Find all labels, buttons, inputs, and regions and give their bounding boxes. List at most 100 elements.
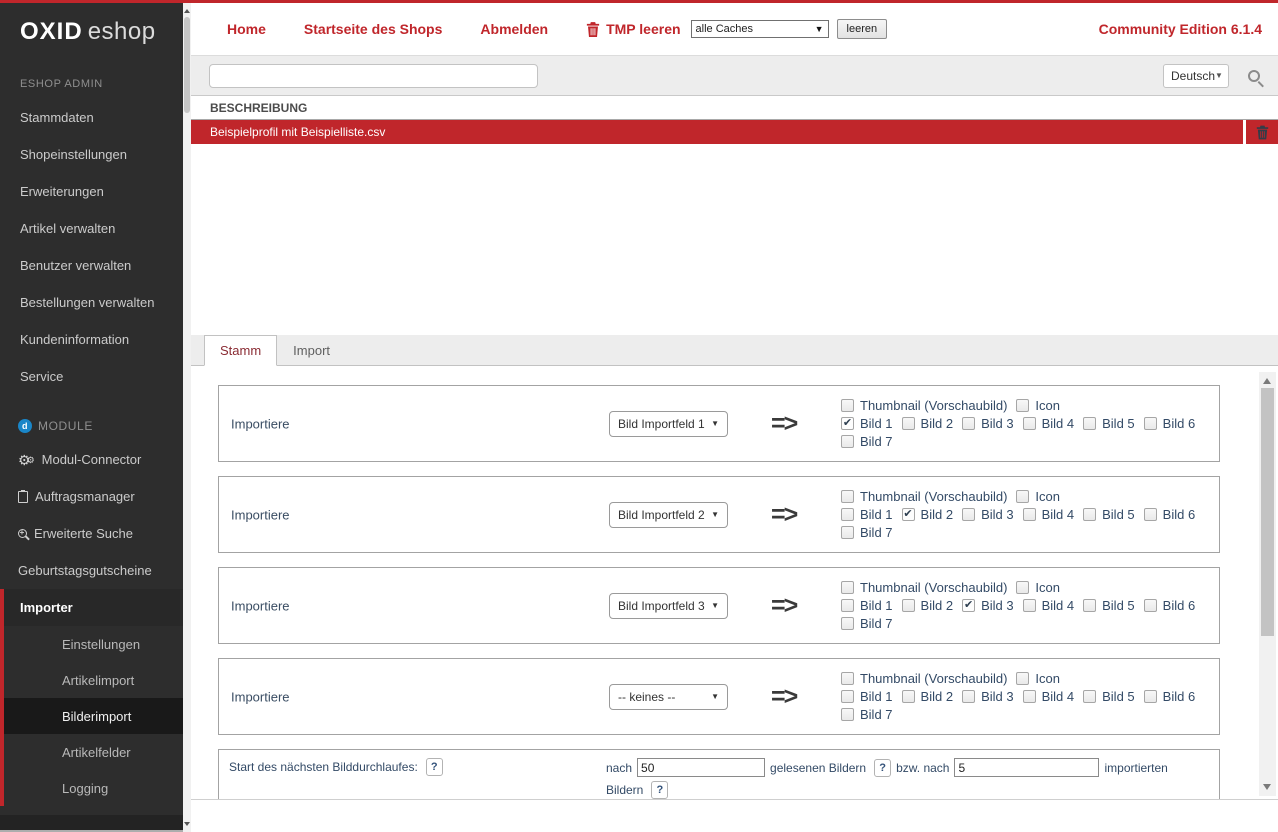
checkbox[interactable]: [1023, 508, 1036, 521]
tab-import[interactable]: Import: [277, 335, 346, 365]
checkbox[interactable]: [841, 690, 854, 703]
help-button[interactable]: ?: [651, 781, 668, 799]
sidebar-item-modul-connector[interactable]: ⚙⚙ Modul-Connector: [0, 441, 183, 478]
scroll-up-arrow-icon[interactable]: [1263, 378, 1271, 384]
checkbox[interactable]: [1083, 599, 1096, 612]
checkbox[interactable]: [902, 599, 915, 612]
sidebar-item-benutzer-verwalten[interactable]: Benutzer verwalten: [0, 247, 183, 284]
content-scrollbar[interactable]: [1259, 372, 1276, 796]
sidebar-item-auftragsmanager[interactable]: Auftragsmanager: [0, 478, 183, 515]
checkbox-option[interactable]: Bild 5: [1083, 416, 1135, 431]
checkbox[interactable]: [1023, 417, 1036, 430]
sidebar-subitem-logging[interactable]: Logging: [4, 770, 183, 806]
sidebar-item-importer[interactable]: Importer: [4, 589, 183, 626]
checkbox[interactable]: [841, 526, 854, 539]
checkbox-option[interactable]: Bild 3: [962, 416, 1014, 431]
logout-link[interactable]: Abmelden: [480, 21, 548, 37]
brand-logo[interactable]: OXID eshop: [0, 3, 183, 60]
checkbox-option[interactable]: ✔Bild 2: [902, 507, 954, 522]
checkbox-option[interactable]: Bild 2: [902, 689, 954, 704]
sidebar-item-stammdaten[interactable]: Stammdaten: [0, 99, 183, 136]
checkbox[interactable]: [1144, 417, 1157, 430]
checkbox-option[interactable]: Bild 4: [1023, 416, 1075, 431]
sidebar-item-bestellungen-verwalten[interactable]: Bestellungen verwalten: [0, 284, 183, 321]
checkbox[interactable]: [1016, 490, 1029, 503]
import-field-select-2[interactable]: Bild Importfeld 2 ▼: [609, 502, 728, 528]
checkbox-option[interactable]: Bild 4: [1023, 507, 1075, 522]
checkbox[interactable]: [1144, 599, 1157, 612]
language-select[interactable]: Deutsch ▼: [1163, 64, 1229, 88]
checkbox[interactable]: [841, 435, 854, 448]
checkbox-option[interactable]: Icon: [1016, 580, 1060, 595]
sidebar-horizontal-scrollbar[interactable]: [0, 815, 183, 832]
checkbox[interactable]: [841, 672, 854, 685]
profile-row-item[interactable]: Beispielprofil mit Beispielliste.csv: [191, 120, 1243, 144]
checkbox-option[interactable]: Bild 6: [1144, 507, 1196, 522]
import-field-select-1[interactable]: Bild Importfeld 1 ▼: [609, 411, 728, 437]
checkbox-option[interactable]: ✔Bild 3: [962, 598, 1014, 613]
checkbox[interactable]: [1083, 508, 1096, 521]
checkbox-option[interactable]: Bild 4: [1023, 598, 1075, 613]
shop-startpage-link[interactable]: Startseite des Shops: [304, 21, 443, 37]
help-button[interactable]: ?: [426, 758, 443, 776]
scroll-up-arrow-icon[interactable]: [184, 9, 190, 13]
checkbox-option[interactable]: Bild 7: [841, 525, 893, 540]
scroll-down-arrow-icon[interactable]: [1263, 784, 1271, 790]
checkbox[interactable]: [902, 690, 915, 703]
sidebar-item-shopeinstellungen[interactable]: Shopeinstellungen: [0, 136, 183, 173]
checkbox[interactable]: [1083, 417, 1096, 430]
sidebar-item-erweiterungen[interactable]: Erweiterungen: [0, 173, 183, 210]
checkbox-option[interactable]: Bild 3: [962, 689, 1014, 704]
checkbox-option[interactable]: Bild 5: [1083, 689, 1135, 704]
checkbox[interactable]: [1144, 508, 1157, 521]
checkbox[interactable]: [841, 490, 854, 503]
sidebar-subitem-artikelimport[interactable]: Artikelimport: [4, 662, 183, 698]
checkbox[interactable]: [962, 508, 975, 521]
sidebar-item-geburtstagsgutscheine[interactable]: Geburtstagsgutscheine: [0, 552, 183, 589]
checkbox[interactable]: [841, 599, 854, 612]
checkbox[interactable]: [1023, 690, 1036, 703]
tmp-clear-link[interactable]: TMP leeren: [586, 21, 680, 37]
checkbox-option[interactable]: Bild 5: [1083, 598, 1135, 613]
checkbox-option[interactable]: Bild 2: [902, 598, 954, 613]
import-field-select-3[interactable]: Bild Importfeld 3 ▼: [609, 593, 728, 619]
sidebar-subitem-einstellungen[interactable]: Einstellungen: [4, 626, 183, 662]
checkbox-option[interactable]: Thumbnail (Vorschaubild): [841, 671, 1007, 686]
cache-select[interactable]: alle Caches ▼: [691, 20, 829, 38]
checkbox-option[interactable]: ✔Bild 1: [841, 416, 893, 431]
checkbox[interactable]: [1144, 690, 1157, 703]
checkbox-option[interactable]: Bild 1: [841, 598, 893, 613]
checkbox-option[interactable]: Bild 2: [902, 416, 954, 431]
checkbox[interactable]: [841, 399, 854, 412]
help-button[interactable]: ?: [874, 759, 891, 777]
scroll-down-arrow-icon[interactable]: [184, 822, 190, 826]
checkbox[interactable]: [1023, 599, 1036, 612]
checkbox[interactable]: ✔: [962, 599, 975, 612]
checkbox[interactable]: ✔: [841, 417, 854, 430]
scrollbar-thumb[interactable]: [184, 17, 190, 113]
search-icon[interactable]: [1248, 70, 1260, 82]
checkbox[interactable]: [841, 581, 854, 594]
checkbox-option[interactable]: Thumbnail (Vorschaubild): [841, 489, 1007, 504]
tab-stamm[interactable]: Stamm: [204, 335, 277, 366]
import-field-select-4[interactable]: -- keines -- ▼: [609, 684, 728, 710]
checkbox[interactable]: ✔: [902, 508, 915, 521]
sidebar-scrollbar[interactable]: [183, 3, 191, 832]
checkbox-option[interactable]: Thumbnail (Vorschaubild): [841, 580, 1007, 595]
sidebar-item-kundeninformation[interactable]: Kundeninformation: [0, 321, 183, 358]
checkbox[interactable]: [962, 417, 975, 430]
checkbox-option[interactable]: Icon: [1016, 671, 1060, 686]
checkbox[interactable]: [1016, 581, 1029, 594]
checkbox-option[interactable]: Bild 1: [841, 507, 893, 522]
sidebar-subitem-artikelfelder[interactable]: Artikelfelder: [4, 734, 183, 770]
checkbox-option[interactable]: Bild 4: [1023, 689, 1075, 704]
checkbox-option[interactable]: Bild 7: [841, 616, 893, 631]
checkbox-option[interactable]: Bild 7: [841, 707, 893, 722]
checkbox-option[interactable]: Bild 6: [1144, 689, 1196, 704]
sidebar-item-erweiterte-suche[interactable]: Erweiterte Suche: [0, 515, 183, 552]
checkbox[interactable]: [1016, 399, 1029, 412]
checkbox-option[interactable]: Icon: [1016, 398, 1060, 413]
checkbox[interactable]: [841, 708, 854, 721]
home-link[interactable]: Home: [227, 21, 266, 37]
checkbox-option[interactable]: Bild 6: [1144, 598, 1196, 613]
